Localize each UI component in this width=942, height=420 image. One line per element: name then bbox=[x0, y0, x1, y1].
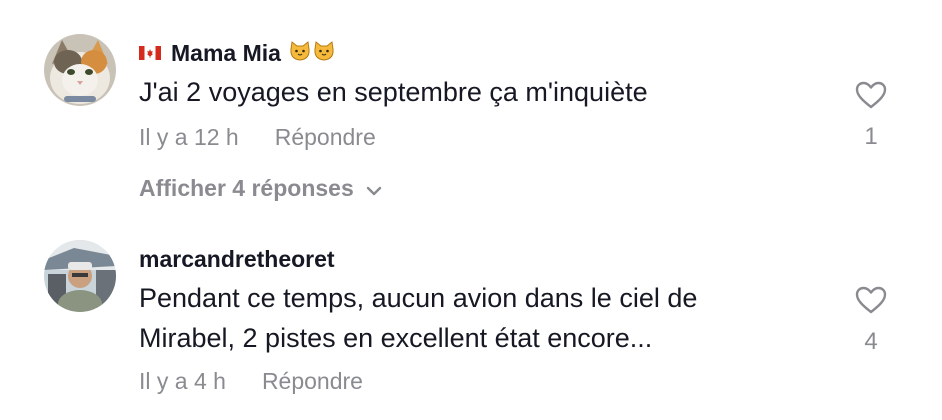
avatar[interactable] bbox=[44, 34, 116, 106]
comment-meta: Il y a 4 h Répondre bbox=[139, 366, 363, 396]
canada-flag-icon bbox=[139, 46, 161, 60]
comment-meta: Il y a 12 h Répondre bbox=[139, 122, 376, 152]
comment-timestamp: Il y a 12 h bbox=[139, 123, 239, 150]
like-count: 4 bbox=[864, 328, 878, 355]
like-group: 1 bbox=[850, 80, 892, 151]
username-row: marcandretheoret bbox=[139, 244, 335, 274]
username[interactable]: Mama Mia bbox=[171, 40, 281, 67]
chevron-down-icon bbox=[366, 175, 382, 202]
reply-button[interactable]: Répondre bbox=[275, 124, 376, 151]
comment-timestamp: Il y a 4 h bbox=[139, 367, 226, 394]
like-count: 1 bbox=[864, 123, 878, 150]
heart-icon[interactable] bbox=[850, 285, 892, 320]
reply-button[interactable]: Répondre bbox=[262, 368, 363, 395]
like-group: 4 bbox=[850, 285, 892, 356]
view-replies-label: Afficher 4 réponses bbox=[139, 174, 354, 201]
view-replies-button[interactable]: Afficher 4 réponses bbox=[139, 173, 382, 203]
username-row: Mama Mia bbox=[139, 38, 335, 68]
comment-text: Pendant ce temps, aucun avion dans le ci… bbox=[139, 283, 698, 353]
comment-text: J'ai 2 voyages en septembre ça m'inquièt… bbox=[139, 77, 648, 107]
username[interactable]: marcandretheoret bbox=[139, 246, 335, 273]
heart-icon[interactable] bbox=[850, 80, 892, 115]
cat-face-icon bbox=[313, 40, 335, 66]
avatar[interactable] bbox=[44, 240, 116, 312]
username-emojis bbox=[289, 40, 335, 66]
cat-face-icon bbox=[289, 40, 311, 66]
